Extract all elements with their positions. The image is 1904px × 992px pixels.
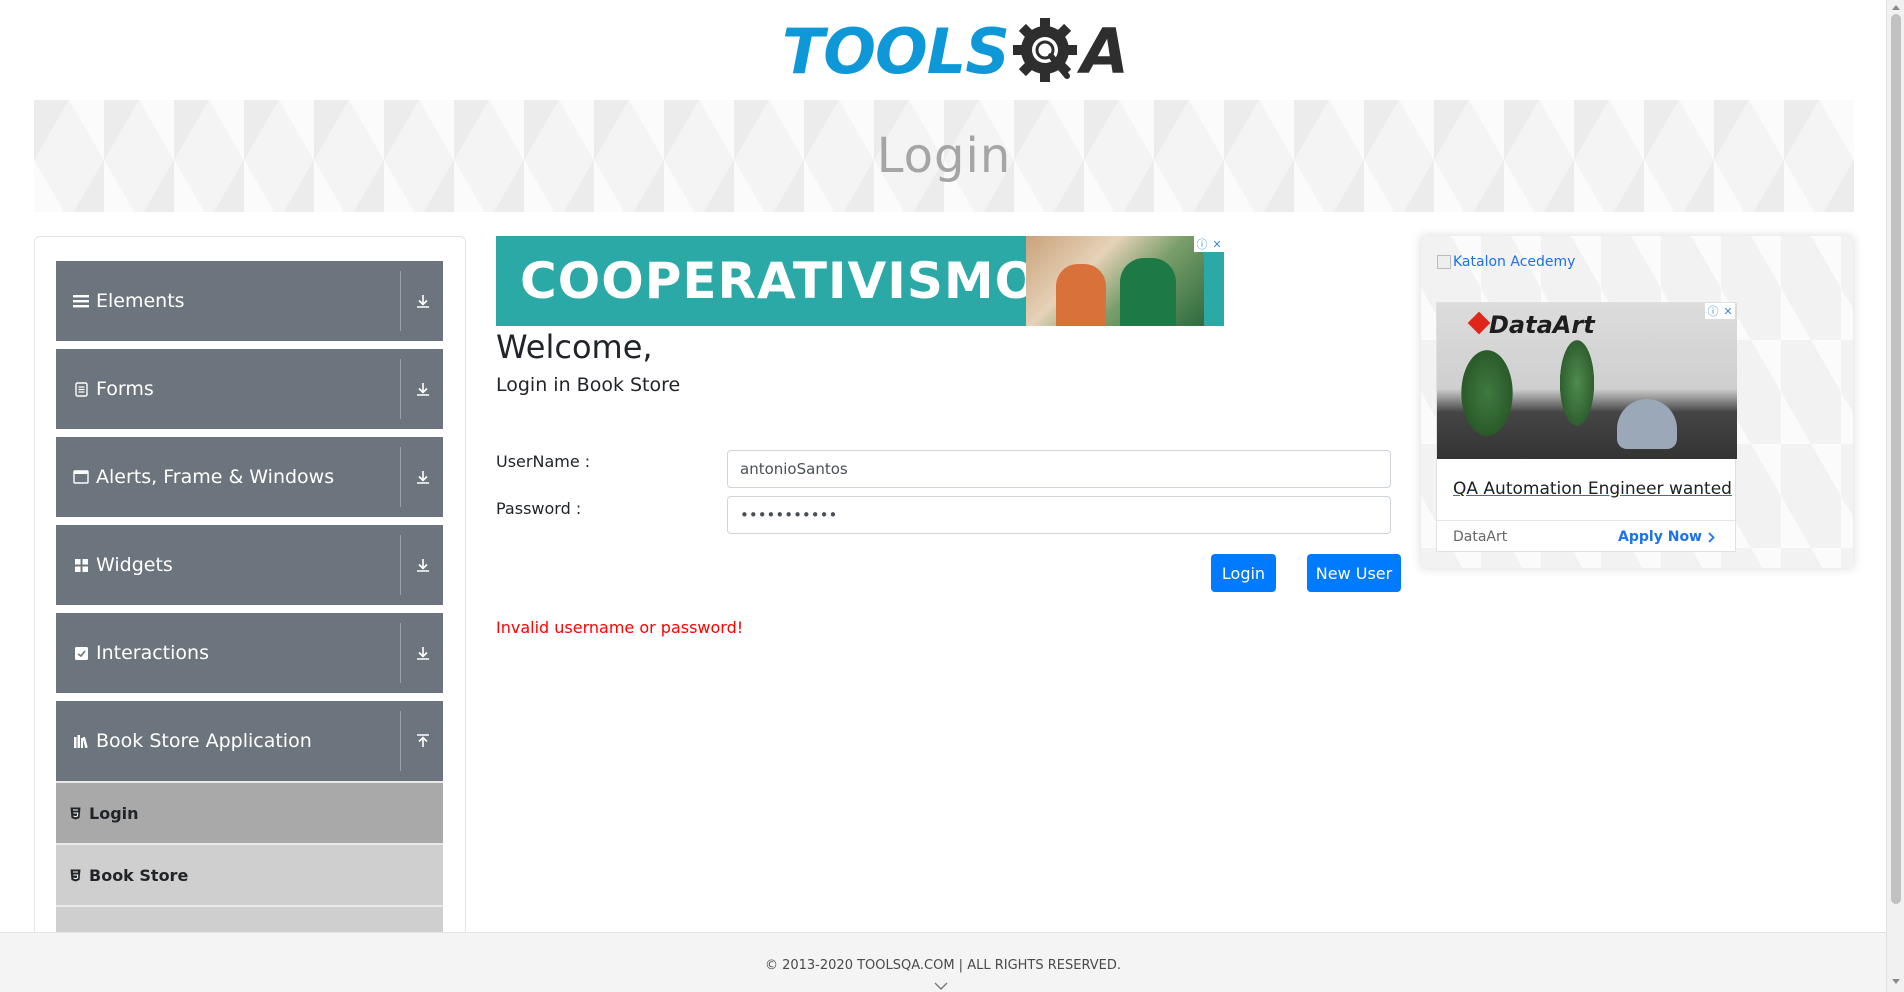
widgets-icon [72, 556, 90, 574]
vertical-scrollbar[interactable] [1886, 0, 1904, 992]
separator [400, 535, 401, 595]
scroll-down-arrow-icon[interactable] [1891, 978, 1901, 986]
scroll-up-arrow-icon[interactable] [1891, 3, 1901, 11]
info-icon[interactable]: ⓘ [1196, 236, 1207, 252]
ad-photo: DataArt [1437, 303, 1737, 459]
sidebar-group-forms[interactable]: Forms [56, 349, 443, 429]
sidebar-item-login[interactable]: Login [56, 781, 443, 843]
password-input[interactable] [727, 496, 1391, 534]
sidebar-item-book-store[interactable]: Book Store [56, 843, 443, 905]
ad-photo-chair [1617, 399, 1677, 449]
login-subtitle: Login in Book Store [496, 374, 681, 396]
expand-arrow-icon[interactable] [412, 554, 434, 576]
ad-image [1026, 236, 1204, 326]
toolsqa-logo[interactable]: TOOLS A [782, 14, 1129, 90]
gear-q-icon [1012, 18, 1077, 82]
sidebar: Elements Forms Alerts, Frame & Windows W… [34, 236, 466, 936]
collapse-arrow-icon[interactable] [412, 730, 434, 752]
sidebar-group-label: Interactions [96, 642, 209, 664]
footer: © 2013-2020 TOOLSQA.COM | ALL RIGHTS RES… [0, 932, 1886, 992]
sidebar-group-label: Widgets [96, 554, 173, 576]
ad-headline: COOPERATIVISMO [520, 252, 1039, 310]
logo-text-tools: TOOLS [782, 15, 1010, 88]
separator [400, 447, 401, 507]
ad-choices-close[interactable]: ⓘ ✕ [1705, 303, 1735, 319]
password-label: Password : [496, 499, 582, 518]
separator [400, 623, 401, 683]
sidebar-group-label: Alerts, Frame & Windows [96, 466, 335, 488]
books-icon [72, 732, 90, 750]
document-icon [72, 380, 90, 398]
new-user-button[interactable]: New User [1307, 554, 1401, 592]
apply-now-link[interactable]: Apply Now [1618, 529, 1715, 545]
ad-brand-logo: DataArt [1489, 311, 1595, 339]
apply-now-label: Apply Now [1618, 529, 1702, 545]
page-title: Login [876, 128, 1012, 184]
close-icon[interactable]: ✕ [1723, 305, 1732, 318]
expand-arrow-icon[interactable] [412, 378, 434, 400]
ad-choices-close[interactable]: ⓘ ✕ [1194, 236, 1224, 252]
ad-image-person [1120, 258, 1176, 326]
page-banner: Login [34, 100, 1854, 212]
sidebar-group-book-store-application[interactable]: Book Store Application [56, 701, 443, 781]
right-ad-panel: Katalon Acedemy DataArt ⓘ ✕ QA Automatio… [1421, 236, 1853, 568]
window-icon [72, 468, 90, 486]
footer-copyright: © 2013-2020 TOOLSQA.COM | ALL RIGHTS RES… [764, 958, 1122, 973]
info-icon[interactable]: ⓘ [1707, 303, 1718, 319]
ad-headline[interactable]: QA Automation Engineer wanted [1453, 479, 1732, 499]
html5-icon [70, 806, 82, 820]
top-advertisement[interactable]: COOPERATIVISMO ⓘ ✕ [496, 236, 1224, 326]
welcome-heading: Welcome, [496, 328, 653, 366]
image-alt-text: Katalon Acedemy [1453, 254, 1576, 270]
interactions-icon [72, 644, 90, 662]
html5-icon [70, 868, 82, 882]
login-button[interactable]: Login [1211, 554, 1276, 592]
sidebar-group-alerts-frame-windows[interactable]: Alerts, Frame & Windows [56, 437, 443, 517]
hamburger-icon [72, 292, 90, 310]
sidebar-group-widgets[interactable]: Widgets [56, 525, 443, 605]
chevron-right-icon [1708, 531, 1715, 543]
ad-card[interactable]: DataArt ⓘ ✕ QA Automation Engineer wante… [1436, 302, 1737, 552]
logo-text-a: A [1080, 15, 1129, 88]
ad-photo-plant [1457, 343, 1517, 443]
error-message: Invalid username or password! [496, 618, 744, 637]
username-input[interactable] [727, 450, 1391, 488]
ad-photo-plant [1557, 333, 1597, 433]
sidebar-group-interactions[interactable]: Interactions [56, 613, 443, 693]
sidebar-group-label: Book Store Application [96, 730, 312, 752]
separator [400, 359, 401, 419]
broken-image-link[interactable]: Katalon Acedemy [1437, 254, 1575, 270]
scrollbar-thumb[interactable] [1891, 14, 1901, 904]
chevron-down-icon[interactable] [934, 981, 948, 991]
sidebar-group-label: Elements [96, 290, 185, 312]
expand-arrow-icon[interactable] [412, 466, 434, 488]
broken-image-icon [1437, 255, 1451, 269]
separator [400, 271, 401, 331]
expand-arrow-icon[interactable] [412, 290, 434, 312]
dataart-logo-icon [1467, 311, 1491, 335]
sidebar-group-elements[interactable]: Elements [56, 261, 443, 341]
username-label: UserName : [496, 452, 591, 471]
divider [1437, 520, 1735, 521]
sidebar-item-label: Book Store [89, 865, 189, 885]
ad-advertiser: DataArt [1453, 529, 1508, 545]
separator [400, 711, 401, 771]
expand-arrow-icon[interactable] [412, 642, 434, 664]
sidebar-item-label: Login [89, 803, 139, 823]
ad-image-person [1056, 264, 1106, 326]
close-icon[interactable]: ✕ [1212, 238, 1221, 251]
sidebar-group-label: Forms [96, 378, 154, 400]
